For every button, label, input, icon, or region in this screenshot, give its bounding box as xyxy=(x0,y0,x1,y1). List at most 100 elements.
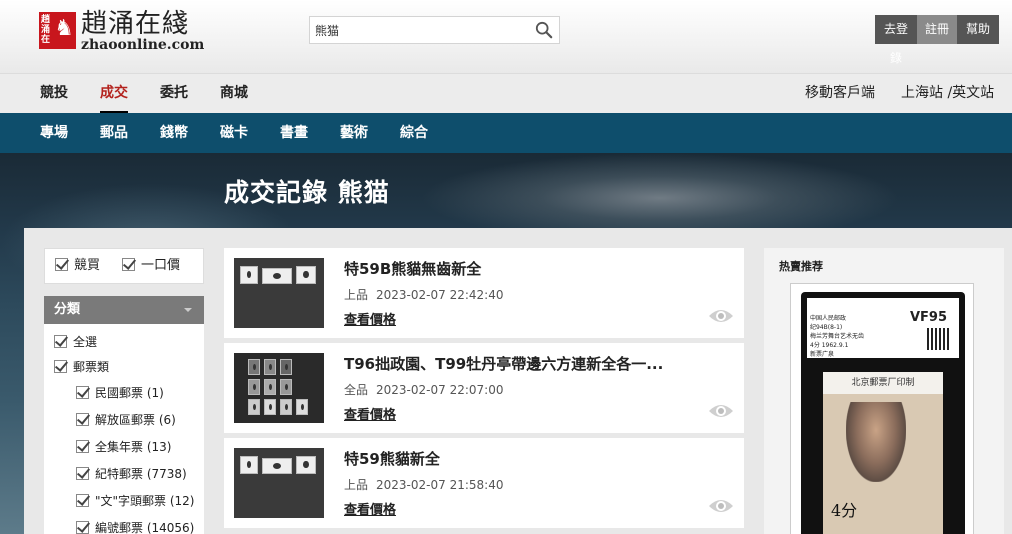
category-label: 解放區郵票 (6) xyxy=(95,413,176,427)
nav-item-consign[interactable]: 委托 xyxy=(160,74,188,114)
category-item[interactable]: 解放區郵票 (6) xyxy=(76,413,176,427)
login-button[interactable]: 去登錄 xyxy=(875,15,917,65)
eye-icon[interactable] xyxy=(708,306,734,326)
auth-buttons: 去登錄 註冊 幫助 xyxy=(875,15,999,65)
nav-item-mall[interactable]: 商城 xyxy=(220,74,248,114)
checkbox-icon[interactable] xyxy=(122,258,135,271)
help-button[interactable]: 幫助 xyxy=(957,15,999,44)
portrait-image xyxy=(846,402,906,482)
category-label: "文"字頭郵票 (12) xyxy=(95,494,195,508)
stamp-value: 4分 xyxy=(831,501,858,520)
grade-badge: VF95 xyxy=(909,310,947,325)
result-thumbnail[interactable] xyxy=(234,258,324,328)
result-time: 2023-02-07 22:42:40 xyxy=(376,288,504,302)
recommend-product-image[interactable]: 中国人民邮政 纪94B(8-1) 梅兰芳舞台艺术无齿 4分 1962.9.1 新… xyxy=(790,283,974,534)
main-nav: 競投 成交 委托 商城 移動客戶端 上海站 /英文站 xyxy=(0,73,1012,114)
filter-auction[interactable]: 競買 xyxy=(55,258,101,273)
subnav-item-special[interactable]: 專場 xyxy=(40,113,68,153)
qr-code-icon xyxy=(927,328,949,350)
filter-fixed-price[interactable]: 一口價 xyxy=(122,258,181,273)
result-title[interactable]: 特59B熊貓無齒新全 xyxy=(344,258,704,279)
view-price-link[interactable]: 查看價格 xyxy=(344,499,396,518)
search-input[interactable] xyxy=(310,17,530,43)
checkbox-icon[interactable] xyxy=(76,440,89,453)
checkbox-icon[interactable] xyxy=(55,258,68,271)
eye-icon[interactable] xyxy=(708,496,734,516)
checkbox-icon[interactable] xyxy=(76,386,89,399)
nav-mobile-client[interactable]: 移動客戶端 xyxy=(805,74,875,114)
logo-seal-icon: 趙涌在 ♞ xyxy=(39,12,76,49)
subnav-item-coins[interactable]: 錢幣 xyxy=(160,113,188,153)
logo-english: zhaoonline.com xyxy=(81,37,205,53)
result-condition: 上品 xyxy=(344,288,369,302)
logo-chinese: 趙涌在綫 xyxy=(81,9,190,39)
page-banner: 成交記錄 熊猫 競買 一口價 分類 全選 郵票類 民國郵票 (1) 解放區郵票 … xyxy=(0,153,1012,534)
result-condition: 上品 xyxy=(344,478,369,492)
category-label: 紀特郵票 (7738) xyxy=(95,467,187,481)
category-label: 郵票類 xyxy=(73,360,110,374)
nav-item-completed[interactable]: 成交 xyxy=(100,74,128,114)
main-content: 競買 一口價 分類 全選 郵票類 民國郵票 (1) 解放區郵票 (6) 全集年票… xyxy=(24,228,1012,534)
category-nav: 專場 郵品 錢幣 磁卡 書畫 藝術 綜合 xyxy=(0,113,1012,153)
category-label: 全選 xyxy=(73,335,98,349)
result-meta: 上品 2023-02-07 21:58:40 xyxy=(344,476,503,493)
result-title[interactable]: 特59熊貓新全 xyxy=(344,448,704,469)
filter-auction-label: 競買 xyxy=(74,258,101,273)
stamp-header: 北京郵票厂印制 xyxy=(823,372,943,394)
label-line: 新票广泉 xyxy=(810,351,835,358)
graded-stamp-slab: 中国人民邮政 纪94B(8-1) 梅兰芳舞台艺术无齿 4分 1962.9.1 新… xyxy=(801,292,965,534)
page-title: 成交記錄 熊猫 xyxy=(224,178,390,207)
checkbox-icon[interactable] xyxy=(76,494,89,507)
recommend-header: 热賣推荐 xyxy=(779,260,823,273)
category-item[interactable]: 編號郵票 (14056) xyxy=(76,521,194,534)
nav-item-bidding[interactable]: 競投 xyxy=(40,74,68,114)
result-meta: 全品 2023-02-07 22:07:00 xyxy=(344,381,503,398)
checkbox-icon[interactable] xyxy=(76,521,89,534)
search-box xyxy=(309,16,560,44)
category-label: 民國郵票 (1) xyxy=(95,386,164,400)
nav-site-switch[interactable]: 上海站 /英文站 xyxy=(901,74,994,114)
checkbox-icon[interactable] xyxy=(54,335,67,348)
subnav-item-art[interactable]: 藝術 xyxy=(340,113,368,153)
subnav-item-cards[interactable]: 磁卡 xyxy=(220,113,248,153)
result-thumbnail[interactable] xyxy=(234,353,324,423)
result-thumbnail[interactable] xyxy=(234,448,324,518)
category-header[interactable]: 分類 xyxy=(44,296,204,324)
subnav-item-stamps[interactable]: 郵品 xyxy=(100,113,128,153)
result-item[interactable]: T96拙政園、T99牡丹亭帶邊六方連新全各一... 全品 2023-02-07 2… xyxy=(224,343,744,433)
category-panel: 分類 全選 郵票類 民國郵票 (1) 解放區郵票 (6) 全集年票 (13) 紀… xyxy=(44,296,204,534)
hot-recommend-panel: 热賣推荐 中国人民邮政 纪94B(8-1) 梅兰芳舞台艺术无齿 4分 1962.… xyxy=(764,248,1004,534)
view-price-link[interactable]: 查看價格 xyxy=(344,404,396,423)
subnav-item-general[interactable]: 綜合 xyxy=(400,113,428,153)
result-item[interactable]: 特59熊貓新全 上品 2023-02-07 21:58:40 查看價格 xyxy=(224,438,744,528)
filter-fixed-price-label: 一口價 xyxy=(141,258,181,273)
site-header: 趙涌在 ♞ 趙涌在綫 zhaoonline.com 去登錄 註冊 幫助 xyxy=(0,0,1012,73)
subnav-item-calligraphy[interactable]: 書畫 xyxy=(280,113,308,153)
result-meta: 上品 2023-02-07 22:42:40 xyxy=(344,286,503,303)
category-label: 全集年票 (13) xyxy=(95,440,172,454)
checkbox-icon[interactable] xyxy=(76,413,89,426)
grading-label: 中国人民邮政 纪94B(8-1) 梅兰芳舞台艺术无齿 4分 1962.9.1 新… xyxy=(807,298,959,358)
chevron-down-icon xyxy=(184,308,192,312)
category-item[interactable]: 民國郵票 (1) xyxy=(76,386,164,400)
site-logo[interactable]: 趙涌在 ♞ 趙涌在綫 zhaoonline.com xyxy=(39,9,204,54)
checkbox-icon[interactable] xyxy=(76,467,89,480)
result-time: 2023-02-07 21:58:40 xyxy=(376,478,504,492)
result-time: 2023-02-07 22:07:00 xyxy=(376,383,504,397)
category-select-all[interactable]: 全選 xyxy=(54,335,97,349)
result-title[interactable]: T96拙政園、T99牡丹亭帶邊六方連新全各一... xyxy=(344,353,704,374)
result-item[interactable]: 特59B熊貓無齒新全 上品 2023-02-07 22:42:40 查看價格 xyxy=(224,248,744,338)
category-header-label: 分類 xyxy=(54,302,81,317)
eye-icon[interactable] xyxy=(708,401,734,421)
category-item[interactable]: 紀特郵票 (7738) xyxy=(76,467,187,481)
sale-type-filter: 競買 一口價 xyxy=(44,248,204,284)
search-icon[interactable] xyxy=(535,21,553,39)
category-item[interactable]: "文"字頭郵票 (12) xyxy=(76,494,195,508)
category-stamps[interactable]: 郵票類 xyxy=(54,360,109,374)
result-condition: 全品 xyxy=(344,383,369,397)
view-price-link[interactable]: 查看價格 xyxy=(344,309,396,328)
checkbox-icon[interactable] xyxy=(54,360,67,373)
register-button[interactable]: 註冊 xyxy=(917,15,957,44)
category-item[interactable]: 全集年票 (13) xyxy=(76,440,171,454)
category-label: 編號郵票 (14056) xyxy=(95,521,195,534)
